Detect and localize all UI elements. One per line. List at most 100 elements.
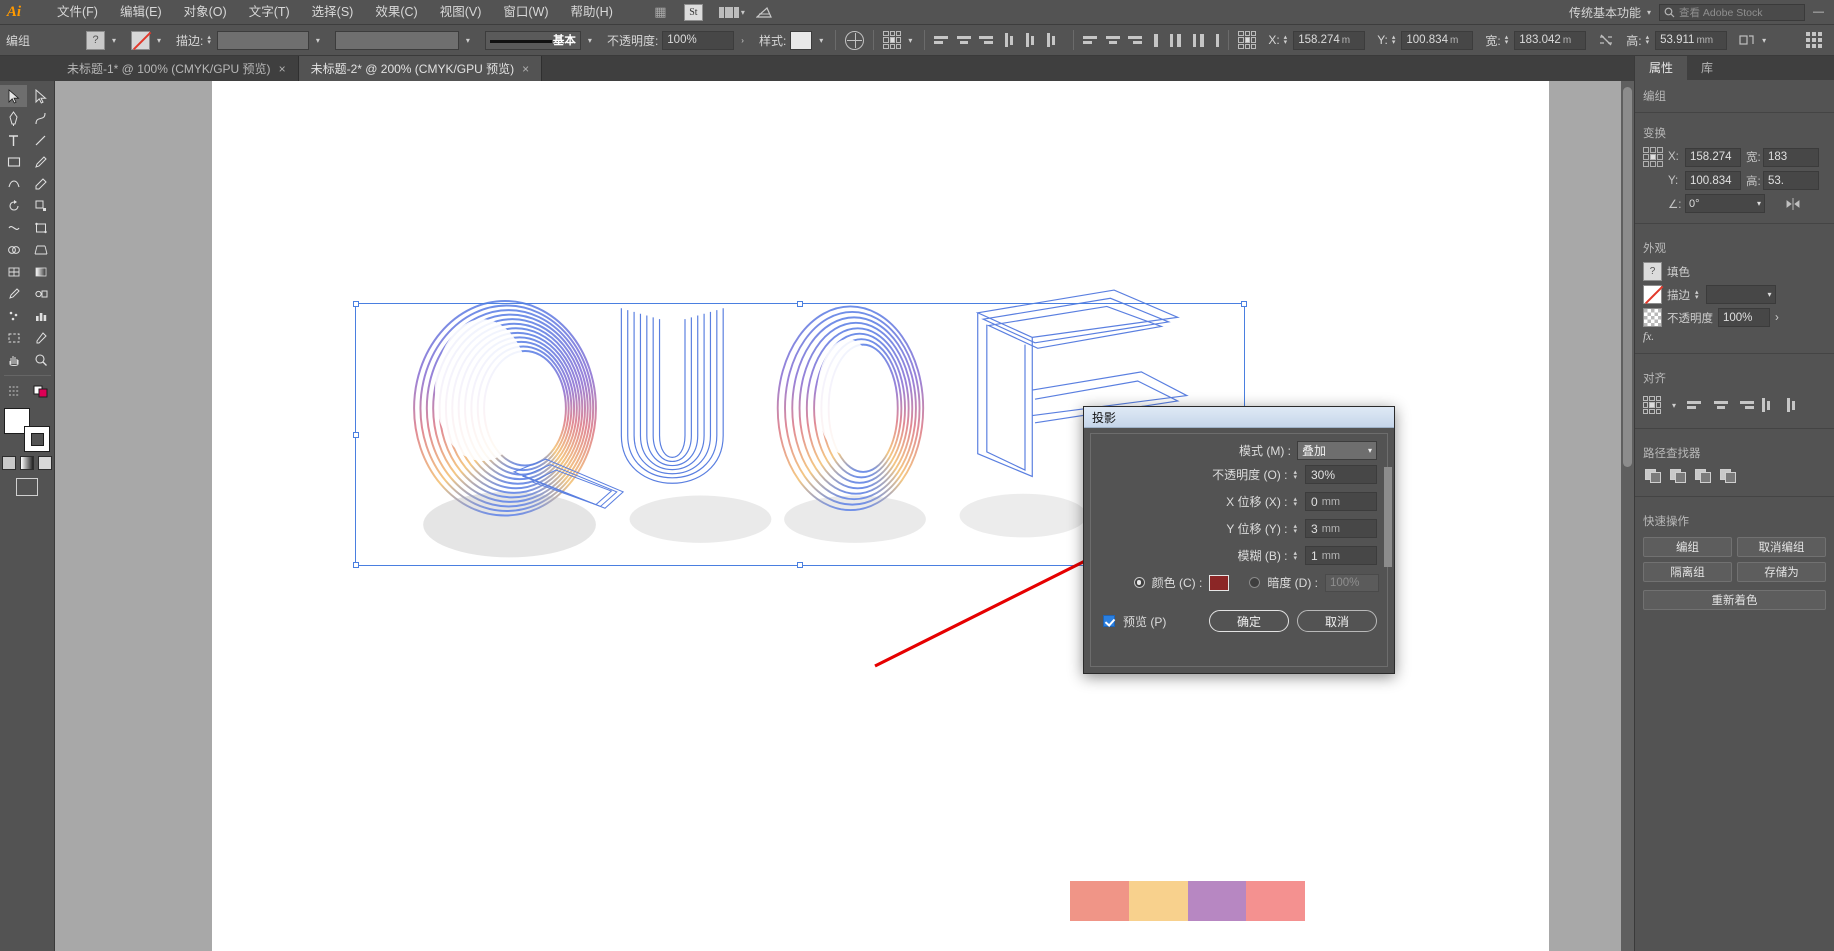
style-chevron-down-icon[interactable]: ▾ <box>816 36 826 45</box>
width-profile-chevron-down-icon[interactable]: ▾ <box>463 36 473 45</box>
menu-type[interactable]: 文字(T) <box>238 0 301 25</box>
fill-chevron-down-icon[interactable]: ▾ <box>109 36 119 45</box>
flip-icon[interactable] <box>1785 197 1801 211</box>
align-to-selection-icon[interactable] <box>1643 396 1661 414</box>
panel-align-left-icon[interactable] <box>1687 397 1704 414</box>
fill-swatch[interactable]: ? <box>86 30 105 50</box>
mode-chevron-down-icon[interactable]: ▾ <box>1368 446 1372 455</box>
menu-file[interactable]: 文件(F) <box>46 0 109 25</box>
tool-default-colors[interactable] <box>27 380 54 402</box>
height-stepper[interactable]: ▴ ▾ <box>1646 34 1652 46</box>
tool-direct-selection[interactable] <box>27 85 54 107</box>
stroke-weight-chevron-down-icon[interactable]: ▾ <box>313 36 323 45</box>
x-input[interactable]: 158.274 m <box>1293 30 1366 50</box>
workspace-selector[interactable]: 传统基本功能 <box>1563 4 1647 21</box>
quick-action-isolate[interactable]: 隔离组 <box>1643 562 1732 582</box>
minimize-button[interactable]: — <box>1813 6 1824 18</box>
blur-input[interactable]: 1 mm <box>1305 546 1377 565</box>
menu-object[interactable]: 对象(O) <box>173 0 238 25</box>
align-right-icon[interactable] <box>976 32 994 49</box>
tool-free-transform[interactable] <box>27 217 54 239</box>
workspace-chevron-down-icon[interactable]: ▾ <box>1647 8 1659 17</box>
selection-handle[interactable] <box>353 431 359 438</box>
panel-width-input[interactable]: 183 <box>1763 147 1819 167</box>
tool-pen[interactable] <box>0 107 27 129</box>
grid-toggle-icon[interactable]: ▦ <box>648 0 672 25</box>
selection-handle[interactable] <box>353 562 359 568</box>
tool-curvature[interactable] <box>27 107 54 129</box>
y-offset-input[interactable]: 3 mm <box>1305 519 1377 538</box>
preview-checkbox[interactable] <box>1103 615 1115 627</box>
opacity-expand-icon[interactable]: › <box>1775 312 1779 324</box>
selection-handle[interactable] <box>353 301 359 307</box>
canvas-area[interactable] <box>55 81 1634 951</box>
select-similar-chevron-down-icon[interactable]: ▾ <box>905 36 915 45</box>
tool-slice[interactable] <box>27 327 54 349</box>
tool-shaper[interactable] <box>0 173 27 195</box>
panel-opacity-input[interactable]: 100% <box>1718 308 1770 327</box>
tool-symbol-sprayer[interactable] <box>0 305 27 327</box>
transform-reference-group[interactable] <box>1232 25 1262 56</box>
angle-chevron-down-icon[interactable]: ▾ <box>1757 199 1761 208</box>
reference-point-icon[interactable] <box>1238 31 1257 49</box>
panel-options-icon[interactable] <box>1806 32 1822 48</box>
transform-more-group[interactable]: ▾ <box>1733 25 1775 56</box>
transparency-circle-icon[interactable] <box>845 30 865 50</box>
dialog-title-bar[interactable]: 投影 <box>1084 407 1394 428</box>
stroke-color-box[interactable] <box>24 426 50 452</box>
pathfinder-unite-icon[interactable] <box>1645 469 1662 484</box>
tool-type[interactable] <box>0 129 27 151</box>
variable-width-group[interactable]: ▾ <box>329 25 479 56</box>
tool-mesh[interactable] <box>0 261 27 283</box>
tool-shape-builder[interactable] <box>0 239 27 261</box>
brush-chevron-down-icon[interactable]: ▾ <box>585 36 595 45</box>
dialog-opacity-input[interactable]: 30% <box>1305 465 1377 484</box>
stroke-weight-input[interactable] <box>216 30 309 50</box>
menu-select[interactable]: 选择(S) <box>301 0 365 25</box>
align-center-horizontal-icon[interactable] <box>955 32 972 49</box>
blur-stepper[interactable]: ▴ ▾ <box>1293 550 1299 562</box>
distribute-bottom-icon[interactable] <box>1125 32 1143 49</box>
panel-angle-input[interactable]: 0° ▾ <box>1685 194 1765 213</box>
panel-stroke-swatch[interactable] <box>1643 285 1662 304</box>
tool-zoom[interactable] <box>27 349 54 371</box>
panel-align-center-icon[interactable] <box>1712 397 1729 414</box>
align-middle-vertical-icon[interactable] <box>1026 32 1043 49</box>
panel-y-input[interactable]: 100.834 <box>1685 171 1741 190</box>
menu-window[interactable]: 窗口(W) <box>492 0 559 25</box>
y-offset-stepper[interactable]: ▴ ▾ <box>1293 523 1299 535</box>
panel-stroke-stepper[interactable]: ▴ ▾ <box>1695 289 1701 301</box>
x-stepper[interactable]: ▴ ▾ <box>1284 34 1290 46</box>
panel-x-input[interactable]: 158.274 <box>1685 147 1741 167</box>
stroke-weight-chevron-down-icon[interactable]: ▾ <box>1768 290 1772 299</box>
brush-definition-dropdown[interactable]: 基本 <box>484 30 581 50</box>
variable-width-profile-dropdown[interactable] <box>334 30 459 50</box>
drop-shadow-dialog[interactable]: 投影 模式 (M) : 叠加 ▾ 不透明度 (O) : ▴ ▾ 30% X 位移 … <box>1083 406 1395 674</box>
constrain-proportions-group[interactable] <box>1592 25 1620 56</box>
cancel-button[interactable]: 取消 <box>1297 610 1377 632</box>
panel-options-group[interactable] <box>1800 25 1828 56</box>
tool-gradient[interactable] <box>27 261 54 283</box>
tool-hand[interactable] <box>0 349 27 371</box>
quick-action-save-as[interactable]: 存储为 <box>1737 562 1826 582</box>
panel-align-middle-icon[interactable] <box>1787 397 1804 414</box>
tool-scale[interactable] <box>27 195 54 217</box>
align-top-icon[interactable] <box>1005 32 1022 49</box>
document-tab-2[interactable]: 未标题-2* @ 200% (CMYK/GPU 预览) × <box>298 56 543 81</box>
align-to-chevron-down-icon[interactable]: ▾ <box>1669 401 1679 410</box>
pathfinder-exclude-icon[interactable] <box>1720 469 1737 484</box>
pathfinder-minus-front-icon[interactable] <box>1670 469 1687 484</box>
scrollbar-thumb[interactable] <box>1623 87 1632 467</box>
stroke-chevron-down-icon[interactable]: ▾ <box>154 36 164 45</box>
y-input[interactable]: 100.834 m <box>1401 30 1474 50</box>
style-swatch[interactable] <box>790 30 813 50</box>
distribute-right-icon[interactable] <box>1200 32 1220 49</box>
arrange-documents-icon[interactable] <box>717 0 741 25</box>
screen-mode-button[interactable] <box>16 478 38 496</box>
tool-rectangle[interactable] <box>0 151 27 173</box>
fill-stroke-indicator[interactable] <box>4 408 50 452</box>
color-button-icon[interactable] <box>2 456 16 470</box>
quick-action-recolor[interactable]: 重新着色 <box>1643 590 1826 610</box>
panel-align-right-icon[interactable] <box>1737 397 1755 414</box>
tab-properties[interactable]: 属性 <box>1635 56 1688 80</box>
